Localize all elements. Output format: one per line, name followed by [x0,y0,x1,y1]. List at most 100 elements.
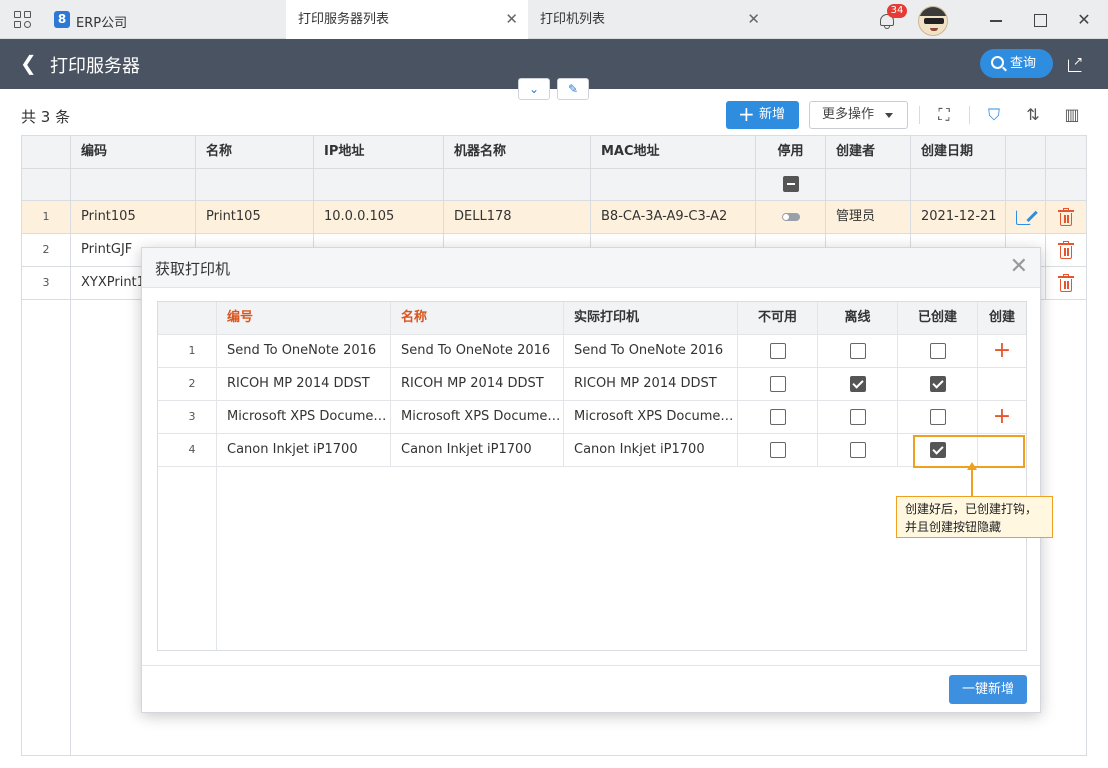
plus-icon[interactable]: + [993,335,1011,367]
edit-icon[interactable] [1016,208,1038,226]
query-label: 查询 [1010,56,1037,71]
row-number: 3 [22,267,71,299]
delete-icon[interactable] [1058,274,1074,292]
header-cell[interactable]: 停用 [756,136,826,168]
cell-code: RICOH MP 2014 DDST [217,368,391,400]
add-button[interactable]: + 新增 [726,101,799,129]
dialog-title: 获取打印机 [155,260,231,278]
header-cell[interactable]: 离线 [818,302,898,334]
close-icon[interactable]: ✕ [747,0,760,39]
header-cell[interactable]: 创建日期 [911,136,1006,168]
sort-icon[interactable]: ⇅ [1022,104,1044,126]
filter-cell [756,169,826,200]
back-icon[interactable]: ❮ [20,53,37,73]
header-cell[interactable]: 编码 [71,136,196,168]
offline-checkbox[interactable] [849,375,866,392]
window-close-button[interactable]: ✕ [1074,10,1094,30]
cell-unavailable [738,335,818,367]
columns-icon[interactable]: ▥ [1061,104,1083,126]
unavailable-checkbox[interactable] [769,342,786,359]
header-cell[interactable]: MAC地址 [591,136,756,168]
cell-offline [818,401,898,433]
indeterminate-checkbox[interactable] [782,175,799,192]
created-checkbox[interactable] [929,342,946,359]
table-header-row: 编码 名称 IP地址 机器名称 MAC地址 停用 创建者 创建日期 [22,136,1086,169]
page-title: 打印服务器 [50,56,140,77]
filter-cell [1006,169,1046,200]
list-item[interactable]: 2 RICOH MP 2014 DDST RICOH MP 2014 DDST … [158,368,1026,401]
unavailable-checkbox[interactable] [769,408,786,425]
toggle-switch[interactable] [781,212,800,221]
tab-print-server-list[interactable]: 打印服务器列表 ✕ [286,0,528,39]
cell-date: 2021-12-21 [911,201,1006,233]
delete-icon[interactable] [1058,208,1074,226]
delete-icon[interactable] [1058,241,1074,259]
cell-create [978,368,1026,400]
more-actions-dropdown[interactable]: 更多操作 [809,101,908,129]
offline-checkbox[interactable] [849,441,866,458]
maximize-button[interactable] [1030,10,1050,30]
header-cell[interactable]: 不可用 [738,302,818,334]
close-icon[interactable]: ✕ [1010,254,1028,280]
unavailable-checkbox[interactable] [769,375,786,392]
fullscreen-icon[interactable]: ⛶ [933,104,955,126]
avatar[interactable] [918,6,948,36]
cell-offline [818,368,898,400]
annotation-line-2: 并且创建按钮隐藏 [905,520,1002,534]
header-cell[interactable]: IP地址 [314,136,444,168]
tab-printer-list[interactable]: 打印机列表 ✕ [528,0,770,39]
filter-cell[interactable] [314,169,444,200]
header-cell[interactable]: 名称 [196,136,314,168]
list-item[interactable]: 3 Microsoft XPS Docume… Microsoft XPS Do… [158,401,1026,434]
cell-code: Canon Inkjet iP1700 [217,434,391,466]
plus-icon[interactable]: + [993,401,1011,433]
header-cell[interactable]: 创建者 [826,136,911,168]
header-cell[interactable]: 创建 [978,302,1026,334]
cell-code: Send To OneNote 2016 [217,335,391,367]
annotation-line-1: 创建好后，已创建打钩， [905,502,1038,516]
filter-cell[interactable] [591,169,756,200]
row-number: 1 [158,335,217,367]
cell-created [898,401,978,433]
header-cell[interactable]: 实际打印机 [564,302,738,334]
header-cell[interactable]: 名称 [391,302,564,334]
cell-edit [1006,201,1046,233]
filter-cell[interactable] [444,169,591,200]
filter-cell[interactable] [196,169,314,200]
cell-code: Microsoft XPS Docume… [217,401,391,433]
close-icon[interactable]: ✕ [505,0,518,39]
filter-icon[interactable]: ⛉ [983,104,1005,126]
query-button[interactable]: 查询 [980,49,1053,78]
bulk-add-button[interactable]: 一键新增 [949,675,1027,704]
cell-creator: 管理员 [826,201,911,233]
dialog-header: 获取打印机 ✕ [142,248,1040,288]
column-divider [216,467,217,650]
header-cell[interactable]: 编号 [217,302,391,334]
created-checkbox[interactable] [929,408,946,425]
filter-cell[interactable] [71,169,196,200]
header-cell[interactable]: 已创建 [898,302,978,334]
cell-name: Send To OneNote 2016 [391,335,564,367]
annotation-callout: 创建好后，已创建打钩， 并且创建按钮隐藏 [896,496,1053,538]
filter-cell[interactable] [826,169,911,200]
unavailable-checkbox[interactable] [769,441,786,458]
plus-icon: + [738,102,755,126]
list-item[interactable]: 1 Send To OneNote 2016 Send To OneNote 2… [158,335,1026,368]
grid-header-row: 编号 名称 实际打印机 不可用 离线 已创建 创建 [158,302,1026,335]
cell-ip: 10.0.0.105 [314,201,444,233]
cell-create: + [978,335,1026,367]
minimize-button[interactable] [986,10,1006,30]
divider [969,106,970,124]
export-icon[interactable]: ↗ [1068,55,1085,72]
header-cell[interactable]: 机器名称 [444,136,591,168]
pin-icon[interactable]: ✎ [557,78,589,100]
offline-checkbox[interactable] [849,342,866,359]
chevron-down-icon[interactable]: ⌄ [518,78,550,100]
list-item[interactable]: 4 Canon Inkjet iP1700 Canon Inkjet iP170… [158,434,1026,467]
offline-checkbox[interactable] [849,408,866,425]
app-grid-icon[interactable] [14,11,32,29]
filter-cell[interactable] [911,169,1006,200]
cell-delete [1046,234,1086,266]
table-row[interactable]: 1 Print105 Print105 10.0.0.105 DELL178 B… [22,201,1086,234]
created-checkbox[interactable] [929,375,946,392]
